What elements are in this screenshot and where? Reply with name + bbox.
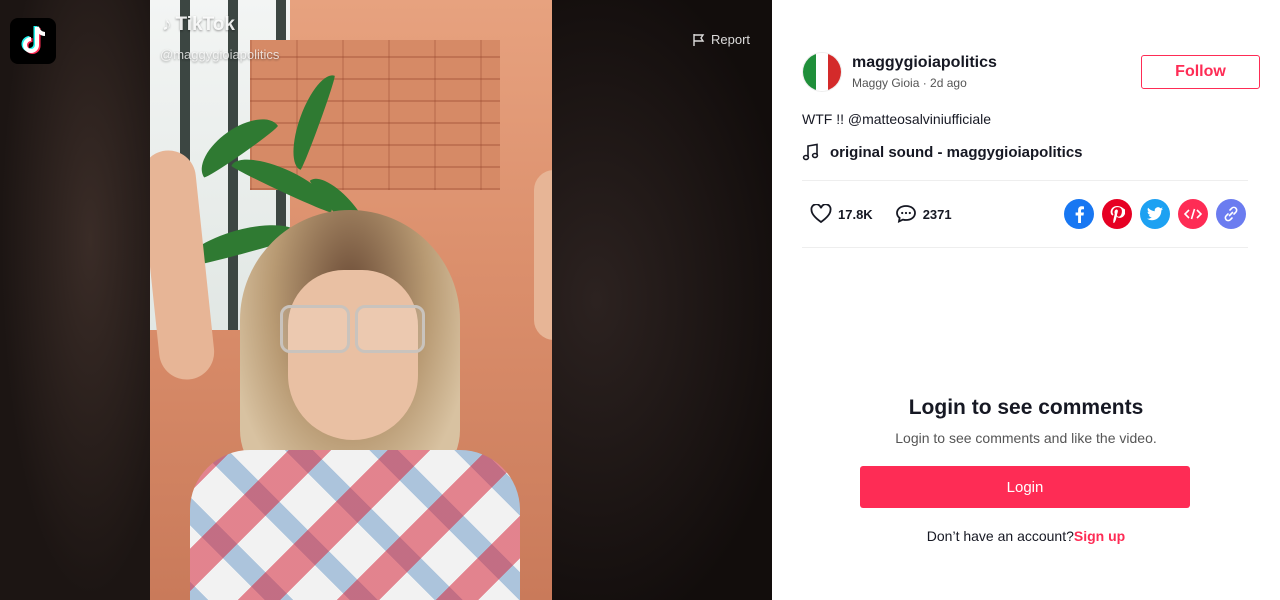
avatar-stripe-white [815,53,829,91]
divider [802,247,1248,248]
copy-link-icon[interactable] [1216,199,1246,229]
divider [802,180,1248,181]
description-mention-link[interactable]: @matteosalviniufficiale [848,111,991,127]
description-text: WTF !! [802,111,848,127]
video-person-shirt [190,450,520,600]
avatar-stripe-green [803,53,816,91]
like-button[interactable]: 17.8K [810,204,873,224]
video-brick-wall [250,40,500,190]
video-player[interactable]: ♪ TikTok @maggygioiapolitics [150,0,552,600]
music-link[interactable]: original sound - maggygioiapolitics [802,143,1083,161]
music-note-icon [802,143,819,161]
avatar-stripe-red [828,53,841,91]
comment-button[interactable]: 2371 [895,204,952,224]
comment-count: 2371 [922,206,952,222]
author-nickname: Maggy Gioia [852,76,920,90]
video-watermark-handle: @maggygioiapolitics [160,47,280,62]
tiktok-logo-icon[interactable] [10,18,56,64]
comment-icon [895,205,916,224]
facebook-icon[interactable] [1064,199,1094,229]
author-separator: · [919,76,931,90]
signup-prompt: Don’t have an account?Sign up [772,528,1280,544]
blurred-backdrop-left [0,0,150,600]
login-button[interactable]: Login [860,466,1190,508]
report-button[interactable]: Report [692,32,750,47]
report-label: Report [711,32,751,47]
signup-prompt-text: Don’t have an account? [926,528,1074,544]
flag-icon [693,33,705,46]
avatar[interactable] [802,52,842,92]
twitter-icon[interactable] [1140,199,1170,229]
like-count: 17.8K [838,206,873,222]
pinterest-icon[interactable] [1102,199,1132,229]
author-info[interactable]: maggygioiapolitics Maggy Gioia · 2d ago [802,52,997,92]
music-title: original sound - maggygioiapolitics [830,143,1083,161]
share-buttons [1064,199,1246,229]
engagement-stats: 17.8K 2371 [810,204,974,224]
video-stage: ♪ TikTok @maggygioiapolitics Report [0,0,772,600]
post-time: 2d ago [930,76,967,90]
comments-login-title: Login to see comments [908,396,1144,419]
video-info-panel: maggygioiapolitics Maggy Gioia · 2d ago … [772,0,1280,600]
comments-login-subtitle: Login to see comments and like the video… [895,430,1157,446]
video-person-face [288,270,418,440]
author-subline: Maggy Gioia · 2d ago [852,76,997,90]
embed-icon[interactable] [1178,199,1208,229]
video-hand-right [534,170,552,340]
video-description: WTF !! @matteosalviniufficiale [802,111,991,127]
follow-button[interactable]: Follow [1141,55,1260,89]
tiktok-note-icon: ♪ [162,14,172,35]
video-watermark-brand: ♪ TikTok [162,14,235,35]
signup-link[interactable]: Sign up [1074,528,1125,544]
author-username[interactable]: maggygioiapolitics [852,54,997,72]
blurred-backdrop-right [552,0,772,600]
heart-icon [810,204,832,224]
